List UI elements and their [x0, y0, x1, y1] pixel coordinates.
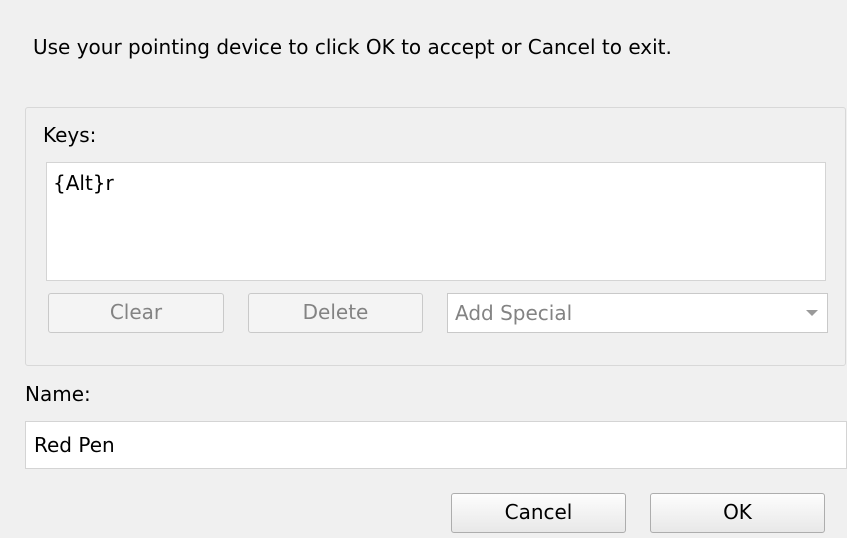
- keys-value: {Alt}r: [53, 171, 114, 195]
- clear-button[interactable]: Clear: [48, 293, 224, 333]
- keys-label: Keys:: [43, 123, 97, 147]
- cancel-button[interactable]: Cancel: [451, 493, 626, 533]
- name-input[interactable]: [25, 421, 847, 469]
- delete-button[interactable]: Delete: [248, 293, 423, 333]
- name-label: Name:: [25, 382, 91, 406]
- keys-field[interactable]: {Alt}r: [46, 162, 826, 281]
- add-special-dropdown[interactable]: Add Special: [447, 293, 828, 333]
- chevron-down-icon: [806, 310, 818, 316]
- add-special-value: Add Special: [455, 301, 573, 325]
- instruction-text: Use your pointing device to click OK to …: [33, 35, 672, 59]
- ok-button[interactable]: OK: [650, 493, 825, 533]
